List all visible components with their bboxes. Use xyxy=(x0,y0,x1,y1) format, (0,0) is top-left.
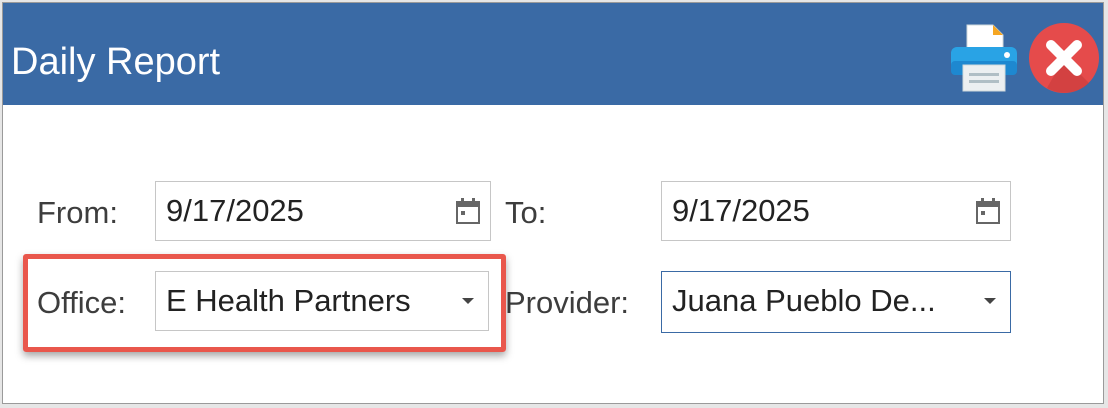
calendar-icon[interactable] xyxy=(976,198,1000,224)
daily-report-window: Daily Report From: 9/17/2025 To: 9/17/20… xyxy=(2,2,1104,404)
from-label: From: xyxy=(37,195,118,230)
title-bar: Daily Report xyxy=(3,3,1103,105)
from-date-value: 9/17/2025 xyxy=(166,193,304,228)
provider-label: Provider: xyxy=(505,285,630,320)
close-icon xyxy=(1029,23,1099,93)
printer-icon xyxy=(951,24,1017,92)
to-label: To: xyxy=(505,195,547,230)
chevron-down-icon xyxy=(984,298,996,304)
close-button[interactable] xyxy=(1027,21,1101,95)
provider-selected-value: Juana Pueblo De... xyxy=(672,283,936,318)
office-highlight-box xyxy=(23,254,506,352)
calendar-icon[interactable] xyxy=(456,198,480,224)
to-date-field[interactable]: 9/17/2025 xyxy=(661,181,1011,241)
print-button[interactable] xyxy=(947,21,1021,95)
provider-dropdown[interactable]: Juana Pueblo De... xyxy=(661,271,1011,333)
to-date-value: 9/17/2025 xyxy=(672,193,810,228)
from-date-field[interactable]: 9/17/2025 xyxy=(155,181,491,241)
window-title: Daily Report xyxy=(11,41,221,83)
